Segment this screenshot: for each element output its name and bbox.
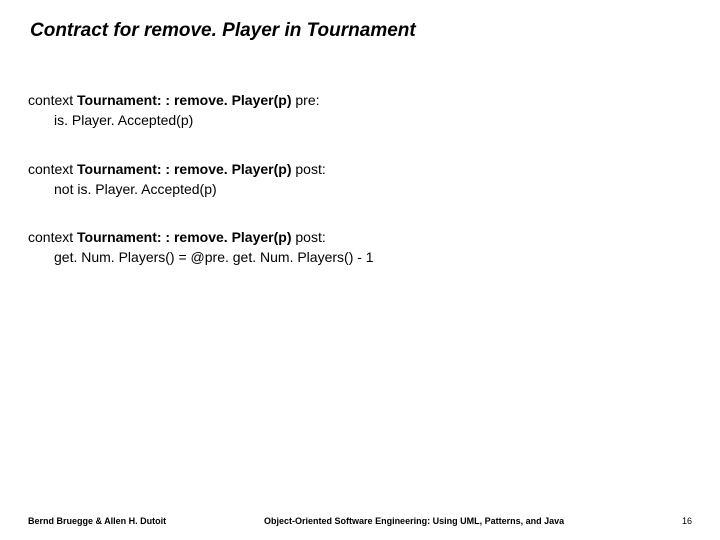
- contract-block-2: context Tournament: : remove. Player(p) …: [28, 159, 692, 200]
- context-kind: post:: [295, 161, 325, 177]
- context-line: context Tournament: : remove. Player(p) …: [28, 90, 692, 110]
- footer-authors: Bernd Bruegge & Allen H. Dutoit: [28, 516, 166, 526]
- slide-footer: Bernd Bruegge & Allen H. Dutoit Object-O…: [0, 516, 720, 526]
- contract-block-3: context Tournament: : remove. Player(p) …: [28, 227, 692, 268]
- context-kind: post:: [295, 229, 325, 245]
- contract-body: get. Num. Players() = @pre. get. Num. Pl…: [28, 247, 692, 267]
- context-line: context Tournament: : remove. Player(p) …: [28, 159, 692, 179]
- context-kind: pre:: [295, 92, 319, 108]
- context-keyword: context: [28, 161, 77, 177]
- slide-title: Contract for remove. Player in Tournamen…: [30, 20, 692, 42]
- context-line: context Tournament: : remove. Player(p) …: [28, 227, 692, 247]
- context-keyword: context: [28, 92, 77, 108]
- footer-page-number: 16: [662, 516, 692, 526]
- context-target: Tournament: : remove. Player(p): [77, 229, 295, 245]
- contract-body: is. Player. Accepted(p): [28, 110, 692, 130]
- context-target: Tournament: : remove. Player(p): [77, 161, 295, 177]
- contract-block-1: context Tournament: : remove. Player(p) …: [28, 90, 692, 131]
- context-target: Tournament: : remove. Player(p): [77, 92, 295, 108]
- contract-body: not is. Player. Accepted(p): [28, 179, 692, 199]
- context-keyword: context: [28, 229, 77, 245]
- footer-title: Object-Oriented Software Engineering: Us…: [166, 516, 662, 526]
